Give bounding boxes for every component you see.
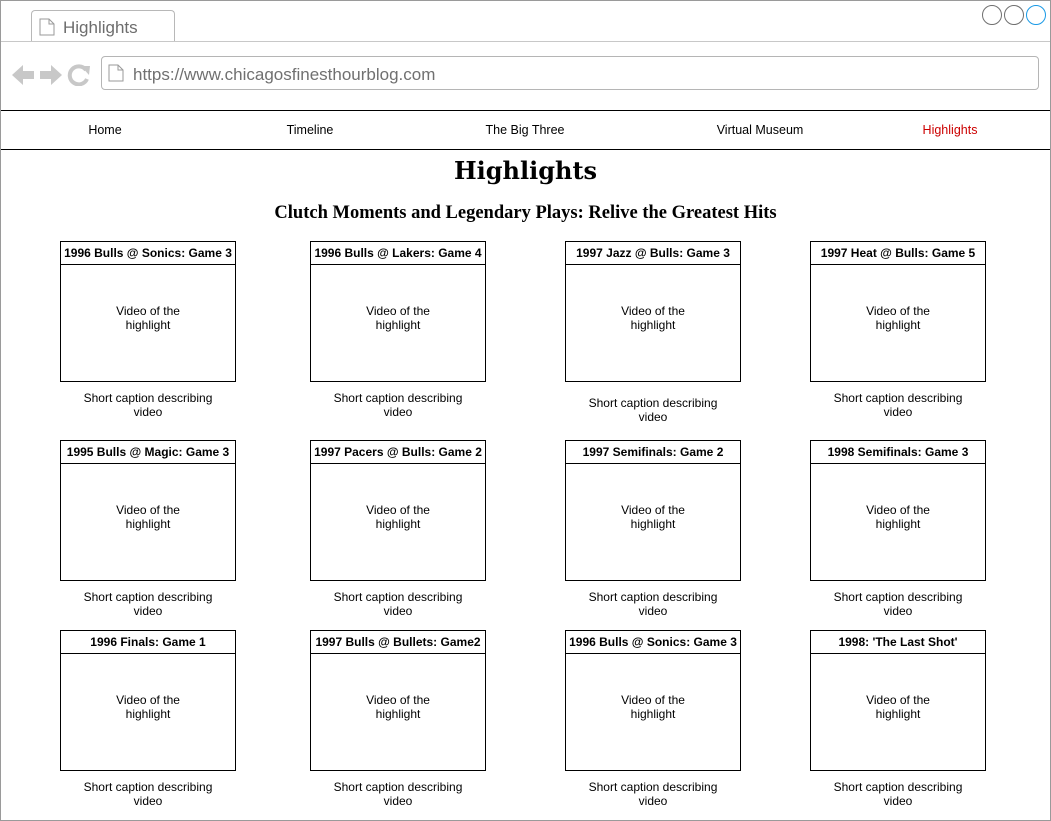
reload-icon[interactable]: [67, 64, 91, 86]
video-caption: Short caption describing video: [310, 391, 486, 419]
caption-text: Short caption describing video: [333, 391, 463, 419]
highlight-title: 1996 Bulls @ Sonics: Game 3: [566, 631, 740, 654]
video-player[interactable]: Video of the highlight: [566, 265, 740, 381]
video-caption: Short caption describing video: [565, 780, 741, 808]
nav-home[interactable]: Home: [88, 123, 121, 137]
video-player[interactable]: Video of the highlight: [811, 464, 985, 580]
video-placeholder-text: Video of the highlight: [621, 693, 685, 721]
highlight-title: 1996 Bulls @ Sonics: Game 3: [61, 242, 235, 265]
caption-text: Short caption describing video: [333, 590, 463, 618]
site-navigation: Home Timeline The Big Three Virtual Muse…: [1, 110, 1050, 150]
page-icon: [108, 64, 124, 82]
highlight-card: 1997 Jazz @ Bulls: Game 3 Video of the hi…: [565, 241, 741, 382]
video-placeholder-text: Video of the highlight: [866, 503, 930, 531]
highlight-card: 1996 Bulls @ Lakers: Game 4 Video of the …: [310, 241, 486, 382]
video-player[interactable]: Video of the highlight: [61, 464, 235, 580]
video-player[interactable]: Video of the highlight: [311, 654, 485, 770]
video-caption: Short caption describing video: [565, 396, 741, 424]
highlight-card: 1997 Pacers @ Bulls: Game 2 Video of the …: [310, 440, 486, 581]
caption-text: Short caption describing video: [588, 780, 718, 808]
tab-bar: Highlights: [1, 1, 1050, 42]
nav-highlights[interactable]: Highlights: [923, 123, 978, 137]
browser-tab[interactable]: Highlights: [31, 10, 175, 41]
window-controls: [982, 5, 1046, 25]
video-placeholder-text: Video of the highlight: [366, 503, 430, 531]
page-subtitle: Clutch Moments and Legendary Plays: Reli…: [274, 203, 777, 223]
video-player[interactable]: Video of the highlight: [61, 265, 235, 381]
caption-text: Short caption describing video: [833, 590, 963, 618]
back-arrow-icon[interactable]: [11, 64, 35, 86]
forward-arrow-icon[interactable]: [39, 64, 63, 86]
video-player[interactable]: Video of the highlight: [61, 654, 235, 770]
video-caption: Short caption describing video: [60, 590, 236, 618]
nav-timeline[interactable]: Timeline: [287, 123, 334, 137]
highlight-title: 1997 Heat @ Bulls: Game 5: [811, 242, 985, 265]
highlight-title: 1998 Semifinals: Game 3: [811, 441, 985, 464]
document-icon: [39, 18, 55, 36]
video-placeholder-text: Video of the highlight: [366, 693, 430, 721]
caption-text: Short caption describing video: [83, 391, 213, 419]
video-placeholder-text: Video of the highlight: [366, 304, 430, 332]
nav-virtual-museum[interactable]: Virtual Museum: [717, 123, 804, 137]
highlight-card: 1996 Bulls @ Sonics: Game 3 Video of the …: [565, 630, 741, 771]
caption-text: Short caption describing video: [83, 590, 213, 618]
highlight-card: 1997 Semifinals: Game 2 Video of the high…: [565, 440, 741, 581]
nav-the-big-three[interactable]: The Big Three: [486, 123, 565, 137]
highlight-title: 1997 Semifinals: Game 2: [566, 441, 740, 464]
highlight-card: 1997 Bulls @ Bullets: Game2 Video of the …: [310, 630, 486, 771]
highlight-card: 1996 Finals: Game 1 Video of the highligh…: [60, 630, 236, 771]
caption-text: Short caption describing video: [833, 391, 963, 419]
video-placeholder-text: Video of the highlight: [116, 693, 180, 721]
highlight-title: 1997 Jazz @ Bulls: Game 3: [566, 242, 740, 265]
highlight-title: 1998: 'The Last Shot': [811, 631, 985, 654]
video-placeholder-text: Video of the highlight: [866, 693, 930, 721]
maximize-button[interactable]: [1004, 5, 1024, 25]
video-caption: Short caption describing video: [60, 391, 236, 419]
video-placeholder-text: Video of the highlight: [116, 503, 180, 531]
video-caption: Short caption describing video: [565, 590, 741, 618]
caption-text: Short caption describing video: [83, 780, 213, 808]
highlight-title: 1997 Pacers @ Bulls: Game 2: [311, 441, 485, 464]
video-player[interactable]: Video of the highlight: [311, 464, 485, 580]
video-player[interactable]: Video of the highlight: [566, 464, 740, 580]
video-player[interactable]: Video of the highlight: [811, 654, 985, 770]
page-title: Highlights: [453, 156, 598, 185]
video-caption: Short caption describing video: [310, 590, 486, 618]
video-placeholder-text: Video of the highlight: [621, 503, 685, 531]
caption-text: Short caption describing video: [588, 590, 718, 618]
video-player[interactable]: Video of the highlight: [311, 265, 485, 381]
caption-text: Short caption describing video: [333, 780, 463, 808]
video-player[interactable]: Video of the highlight: [566, 654, 740, 770]
highlight-card: 1998 Semifinals: Game 3 Video of the high…: [810, 440, 986, 581]
highlight-card: 1995 Bulls @ Magic: Game 3 Video of the h…: [60, 440, 236, 581]
browser-toolbar: https://www.chicagosfinesthourblog.com: [1, 42, 1050, 110]
video-caption: Short caption describing video: [60, 780, 236, 808]
caption-text: Short caption describing video: [833, 780, 963, 808]
caption-text: Short caption describing video: [588, 396, 718, 424]
video-caption: Short caption describing video: [810, 391, 986, 419]
browser-window: Highlights https://www.chicagosfinesthou…: [0, 0, 1051, 821]
highlight-title: 1995 Bulls @ Magic: Game 3: [61, 441, 235, 464]
video-player[interactable]: Video of the highlight: [811, 265, 985, 381]
video-placeholder-text: Video of the highlight: [866, 304, 930, 332]
tab-title: Highlights: [63, 18, 138, 37]
highlight-title: 1997 Bulls @ Bullets: Game2: [311, 631, 485, 654]
highlight-card: 1997 Heat @ Bulls: Game 5 Video of the hi…: [810, 241, 986, 382]
navigation-buttons: [11, 64, 91, 86]
video-caption: Short caption describing video: [810, 780, 986, 808]
video-caption: Short caption describing video: [310, 780, 486, 808]
address-bar[interactable]: https://www.chicagosfinesthourblog.com: [101, 56, 1039, 90]
highlight-title: 1996 Bulls @ Lakers: Game 4: [311, 242, 485, 265]
video-placeholder-text: Video of the highlight: [116, 304, 180, 332]
highlight-card: 1996 Bulls @ Sonics: Game 3 Video of the …: [60, 241, 236, 382]
minimize-button[interactable]: [982, 5, 1002, 25]
highlight-card: 1998: 'The Last Shot' Video of the highli…: [810, 630, 986, 771]
close-button[interactable]: [1026, 5, 1046, 25]
url-text: https://www.chicagosfinesthourblog.com: [133, 65, 436, 84]
highlight-title: 1996 Finals: Game 1: [61, 631, 235, 654]
video-caption: Short caption describing video: [810, 590, 986, 618]
video-placeholder-text: Video of the highlight: [621, 304, 685, 332]
